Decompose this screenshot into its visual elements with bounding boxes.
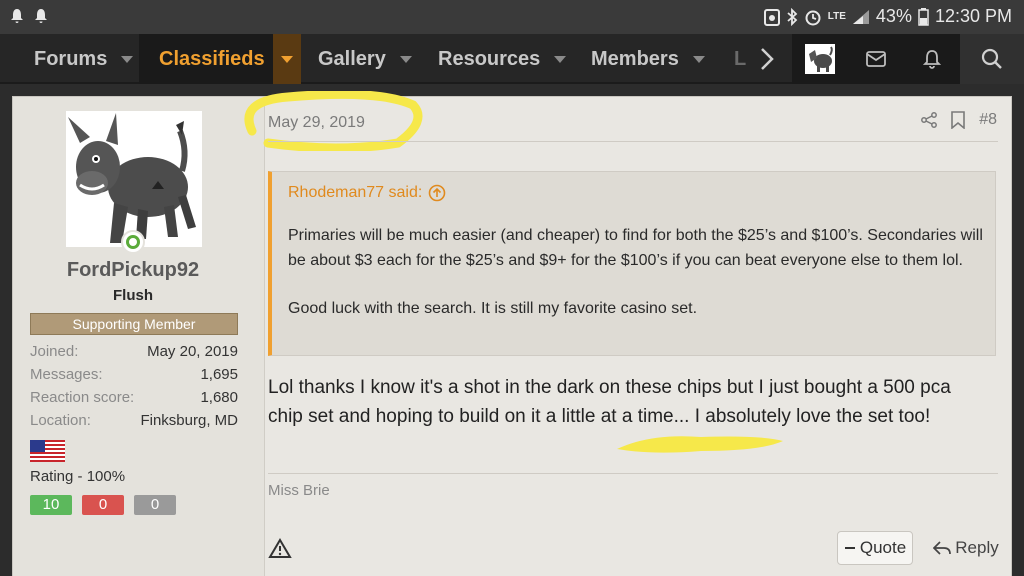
quote-block: Rhodeman77 said: Primaries will be much … — [268, 171, 996, 356]
donkey-avatar-icon — [805, 44, 835, 74]
neutral-rating-badge[interactable]: 0 — [134, 495, 176, 515]
report-warning-icon[interactable] — [268, 537, 292, 561]
online-status-indicator — [121, 230, 145, 254]
arrow-up-circle-icon — [429, 184, 446, 202]
bluetooth-icon — [787, 7, 798, 26]
nav-resources[interactable]: Resources — [438, 34, 567, 84]
nav-members[interactable]: Members — [591, 34, 705, 84]
quote-author-link[interactable]: Rhodeman77 said: — [288, 184, 446, 202]
stat-location: Location: Finksburg, MD — [30, 412, 238, 429]
stat-value: 1,680 — [200, 389, 238, 406]
network-type: LTE — [827, 11, 846, 22]
reply-button[interactable]: Reply — [926, 531, 1006, 565]
alerts-button[interactable] — [904, 34, 960, 84]
chevron-right-icon — [761, 48, 774, 70]
battery-percent: 43% — [875, 6, 912, 26]
donkey-avatar-image — [66, 111, 202, 247]
stat-messages: Messages: 1,695 — [30, 366, 238, 383]
notification-bell-icon-2 — [35, 9, 47, 23]
chevron-down-icon[interactable] — [121, 55, 134, 63]
status-bar: LTE 43% 12:30 PM — [0, 0, 1024, 34]
post-actions: #8 — [921, 111, 997, 129]
post-number[interactable]: #8 — [979, 111, 997, 129]
nav-more-partial[interactable]: L — [734, 34, 746, 84]
bell-icon — [923, 50, 941, 69]
chevron-down-icon — [280, 55, 293, 63]
post-message: Lol thanks I know it's a shot in the dar… — [268, 377, 951, 427]
username[interactable]: FordPickup92 — [13, 259, 253, 282]
stat-value: 1,695 — [200, 366, 238, 383]
post-date[interactable]: May 29, 2019 — [268, 114, 365, 132]
minus-icon — [844, 547, 855, 549]
nav-resources-label: Resources — [438, 47, 541, 70]
online-icon — [126, 235, 140, 249]
stat-joined: Joined: May 20, 2019 — [30, 343, 238, 360]
trader-rating: Rating - 100% — [30, 468, 126, 485]
nav-scroll-right[interactable] — [760, 34, 774, 84]
battery-icon — [918, 7, 929, 26]
nav-classifieds-label: Classifieds — [159, 47, 265, 70]
notification-bell-icon — [11, 9, 23, 23]
nav-members-label: Members — [591, 47, 679, 70]
clock-time: 12:30 PM — [934, 6, 1012, 26]
stat-value: May 20, 2019 — [147, 343, 238, 360]
post-main: May 29, 2019 #8 Rhodeman77 said: Primari… — [244, 91, 1011, 576]
signal-icon — [852, 9, 869, 24]
share-icon[interactable] — [921, 112, 938, 128]
positive-rating-badge[interactable]: 10 — [30, 495, 72, 515]
nav-user-area — [792, 34, 1024, 84]
nav-classifieds[interactable]: Classifieds — [139, 34, 301, 84]
chevron-down-icon[interactable] — [692, 55, 705, 63]
quote-paragraph: Good luck with the search. It is still m… — [288, 300, 698, 317]
stat-key: Joined: — [30, 343, 79, 360]
quote-paragraph: Primaries will be much easier (and cheap… — [288, 227, 983, 269]
supporting-member-banner: Supporting Member — [30, 313, 238, 335]
main-nav: Forums Classifieds Gallery Resources Mem… — [0, 34, 1024, 84]
post-container: FordPickup92 Flush Supporting Member Joi… — [12, 91, 1012, 576]
us-flag-icon — [30, 440, 65, 462]
reply-arrow-icon — [933, 541, 952, 555]
quote-body: Primaries will be much easier (and cheap… — [288, 224, 988, 322]
rating-badges: 10 0 0 — [30, 495, 176, 515]
bookmark-icon[interactable] — [951, 111, 966, 129]
envelope-icon — [866, 51, 886, 67]
stat-key: Reaction score: — [30, 389, 135, 406]
recycle-icon — [763, 8, 780, 26]
chevron-down-icon[interactable] — [399, 55, 412, 63]
stat-reaction-score: Reaction score: 1,680 — [30, 389, 238, 406]
yellow-highlight-scribble — [617, 436, 783, 453]
stat-key: Location: — [30, 412, 91, 429]
signature: Miss Brie — [268, 482, 330, 499]
nav-forums[interactable]: Forums — [34, 34, 134, 84]
negative-rating-badge[interactable]: 0 — [82, 495, 124, 515]
user-avatar[interactable] — [66, 111, 202, 247]
quote-button-label: Quote — [859, 538, 907, 557]
search-icon — [981, 48, 1002, 69]
quote-author: Rhodeman77 said: — [288, 184, 423, 201]
search-button[interactable] — [960, 34, 1024, 84]
account-avatar-button[interactable] — [792, 34, 848, 84]
reply-button-label: Reply — [955, 538, 999, 557]
quote-button[interactable]: Quote — [837, 531, 913, 565]
user-info-panel: FordPickup92 Flush Supporting Member Joi… — [13, 97, 265, 576]
classifieds-menu-toggle[interactable] — [272, 34, 301, 84]
nav-forums-label: Forums — [34, 47, 108, 70]
inbox-button[interactable] — [848, 34, 904, 84]
nav-more-label: L — [734, 47, 747, 70]
alarm-icon — [805, 10, 821, 25]
divider — [268, 473, 998, 474]
divider — [268, 141, 998, 142]
nav-gallery-label: Gallery — [318, 47, 386, 70]
nav-gallery[interactable]: Gallery — [318, 34, 412, 84]
stat-key: Messages: — [30, 366, 103, 383]
user-title: Flush — [113, 287, 153, 304]
stat-value[interactable]: Finksburg, MD — [140, 412, 238, 429]
chevron-down-icon[interactable] — [554, 55, 567, 63]
